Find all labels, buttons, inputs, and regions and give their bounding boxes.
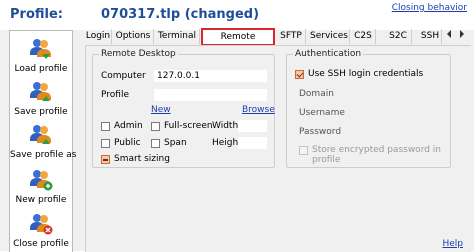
smart-sizing-checkbox[interactable] [101,155,110,164]
close-profile-button[interactable]: Close profile [10,211,72,249]
save-profile-button[interactable]: Save profile [10,79,72,117]
save-profile-label: Save profile [14,107,68,117]
width-label: Width [212,121,239,131]
title-bar: Profile: 070317.tlp (changed) Closing be… [0,0,474,30]
save-profile-as-label: Save profile as [10,150,77,160]
save-profile-as-icon [30,125,51,144]
tab-pane-remote-desktop: Remote Desktop Computer 127.0.0.1 Profil… [85,45,471,252]
tab-services[interactable]: Services [309,29,350,44]
domain-label: Domain [299,89,334,99]
tab-ssh[interactable]: SSH [419,29,442,44]
span-label: Span [164,138,187,148]
load-profile-label: Load profile [14,64,68,74]
close-profile-icon [30,214,53,235]
smart-sizing-label: Smart sizing [114,154,170,164]
profile-heading: Profile: [10,7,63,22]
close-profile-label: Close profile [13,239,69,249]
chevron-left-icon [447,30,451,38]
bitvise-profile-window: Profile: 070317.tlp (changed) Closing be… [0,0,474,252]
store-encrypted-password-label: Store encrypted password in profile [312,145,442,165]
use-ssh-credentials-checkbox[interactable] [295,70,304,79]
tab-scroll-right[interactable] [456,29,468,44]
tab-login[interactable]: Login [85,29,112,44]
new-profile-label: New profile [15,195,67,205]
help-link[interactable]: Help [442,239,463,249]
use-ssh-credentials-label: Use SSH login credentials [308,69,424,79]
profile-name: 070317.tlp (changed) [101,7,260,22]
fullscreen-checkbox[interactable] [151,122,160,131]
store-encrypted-password-checkbox[interactable] [299,146,308,155]
tab-options[interactable]: Options [113,29,154,44]
profile-field[interactable] [154,89,267,101]
save-profile-icon [30,82,51,101]
load-profile-icon [30,39,51,59]
width-field[interactable] [238,120,267,132]
computer-field[interactable]: 127.0.0.1 [154,70,267,82]
profile-sidebar: Load profile Save profile Save profile a… [9,30,77,252]
tab-c2s[interactable]: C2S [351,29,376,44]
computer-label: Computer [101,71,146,81]
admin-checkbox[interactable] [101,122,110,131]
height-field[interactable] [238,137,267,149]
span-checkbox[interactable] [151,139,160,148]
new-profile-button[interactable]: New profile [10,167,72,205]
public-label: Public [114,138,141,148]
chevron-right-icon [460,30,464,38]
load-profile-button[interactable]: Load profile [10,36,72,74]
new-link[interactable]: New [151,105,171,115]
new-profile-icon [30,170,53,191]
password-label: Password [299,127,342,137]
username-label: Username [299,108,345,118]
save-profile-as-button[interactable]: Save profile as [10,122,77,160]
authentication-group: Authentication Use SSH login credentials… [286,49,451,168]
tab-sftp[interactable]: SFTP [277,29,306,44]
browse-link[interactable]: Browse [242,105,275,115]
authentication-group-title: Authentication [293,49,364,59]
public-checkbox[interactable] [101,139,110,148]
remote-desktop-group-title: Remote Desktop [99,49,178,59]
tab-s2c[interactable]: S2C [385,29,412,44]
remote-desktop-group: Remote Desktop Computer 127.0.0.1 Profil… [92,49,275,168]
tab-terminal[interactable]: Terminal [155,29,200,44]
fullscreen-label: Full-screen [164,121,213,131]
tab-strip: Login Options Terminal Remote Desktop SF… [85,28,474,56]
tab-remote-desktop[interactable]: Remote Desktop [201,28,275,56]
tab-scroll-left[interactable] [443,29,455,44]
admin-label: Admin [114,121,143,131]
closing-behavior-link[interactable]: Closing behavior [392,3,467,13]
profile-label: Profile [101,90,129,100]
